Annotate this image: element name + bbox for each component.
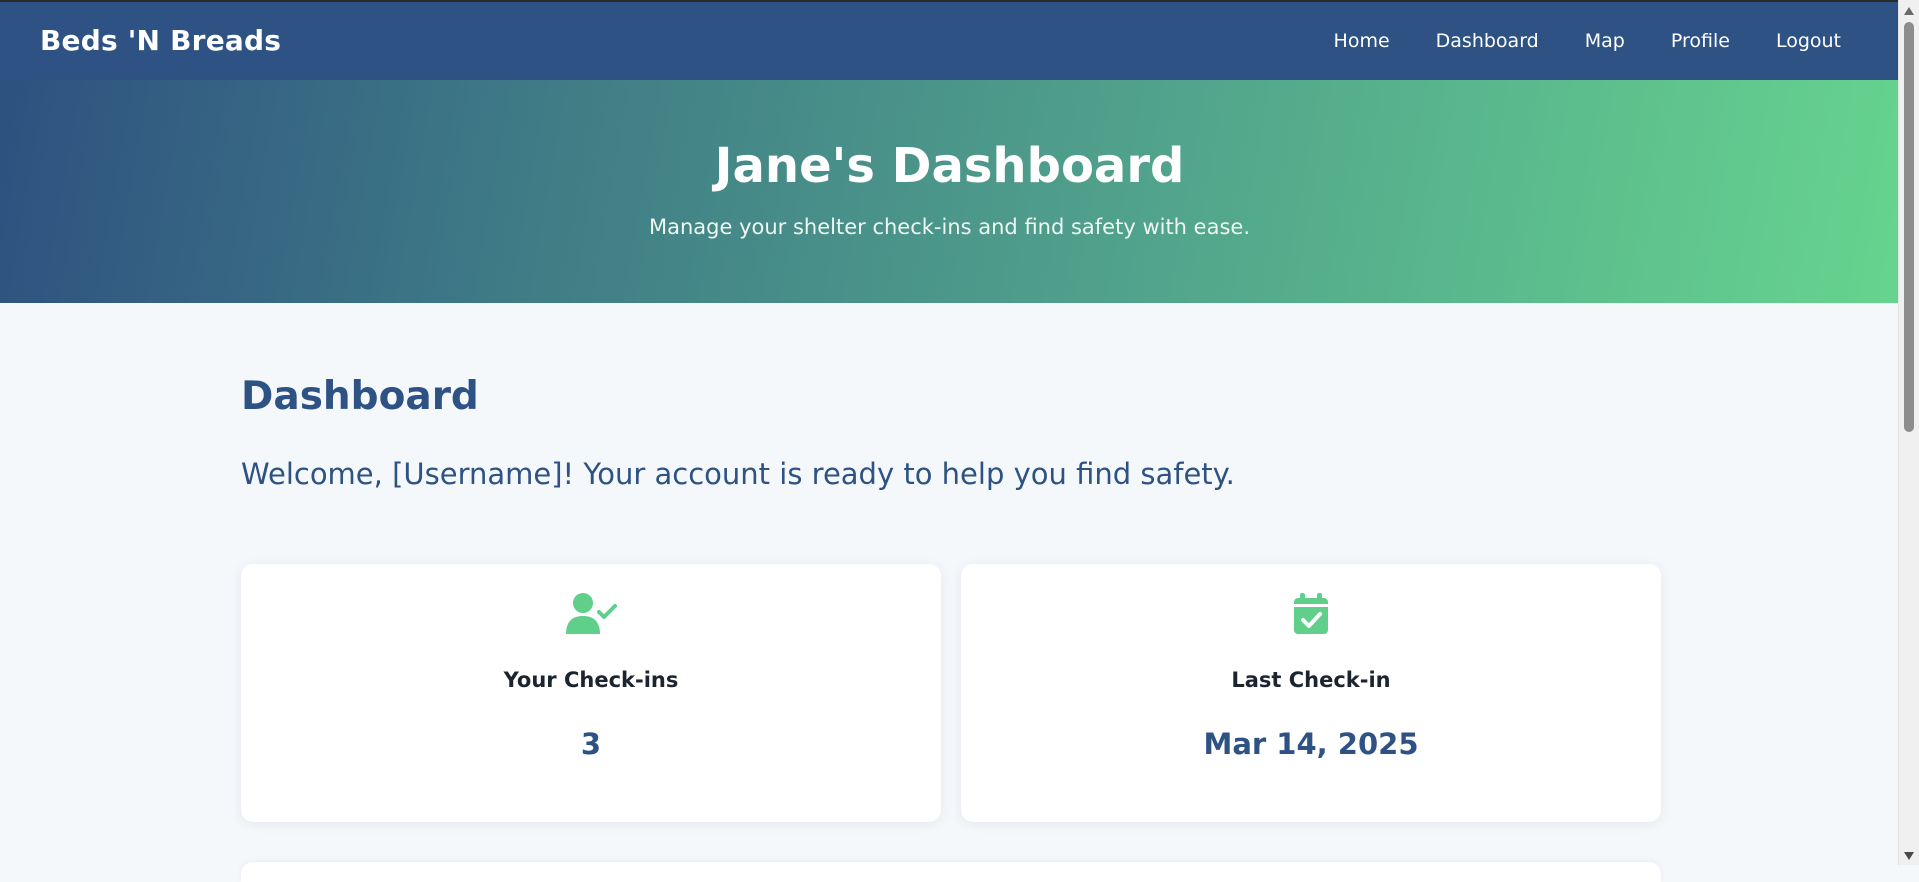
- checkins-card: Your Check-ins 3: [241, 564, 941, 822]
- brand-logo[interactable]: Beds 'N Breads: [40, 24, 281, 57]
- nav-link-home[interactable]: Home: [1334, 30, 1390, 52]
- scroll-up-icon[interactable]: [1899, 2, 1919, 20]
- next-card-edge: [241, 862, 1661, 882]
- hero-title: Jane's Dashboard: [714, 138, 1185, 194]
- calendar-check-icon: [961, 592, 1661, 638]
- vertical-scrollbar[interactable]: [1898, 0, 1919, 865]
- page-title: Dashboard: [241, 374, 479, 419]
- nav-link-dashboard[interactable]: Dashboard: [1436, 30, 1539, 52]
- last-checkin-card: Last Check-in Mar 14, 2025: [961, 564, 1661, 822]
- user-check-icon: [241, 592, 941, 638]
- hero-banner: Jane's Dashboard Manage your shelter che…: [0, 80, 1899, 303]
- nav-links: Home Dashboard Map Profile Logout: [1334, 30, 1841, 52]
- checkins-label: Your Check-ins: [503, 668, 679, 692]
- checkins-count: 3: [580, 727, 602, 761]
- scroll-down-icon[interactable]: [1899, 847, 1919, 865]
- welcome-message: Welcome, [Username]! Your account is rea…: [241, 457, 1235, 491]
- scrollbar-thumb[interactable]: [1904, 22, 1914, 432]
- hero-subtitle: Manage your shelter check-ins and find s…: [648, 215, 1250, 239]
- navbar: Beds 'N Breads Home Dashboard Map Profil…: [0, 2, 1899, 80]
- nav-link-map[interactable]: Map: [1585, 30, 1625, 52]
- nav-link-logout[interactable]: Logout: [1776, 30, 1841, 52]
- nav-link-profile[interactable]: Profile: [1671, 30, 1730, 52]
- last-checkin-date: Mar 14, 2025: [1203, 727, 1419, 761]
- last-checkin-label: Last Check-in: [1231, 668, 1391, 692]
